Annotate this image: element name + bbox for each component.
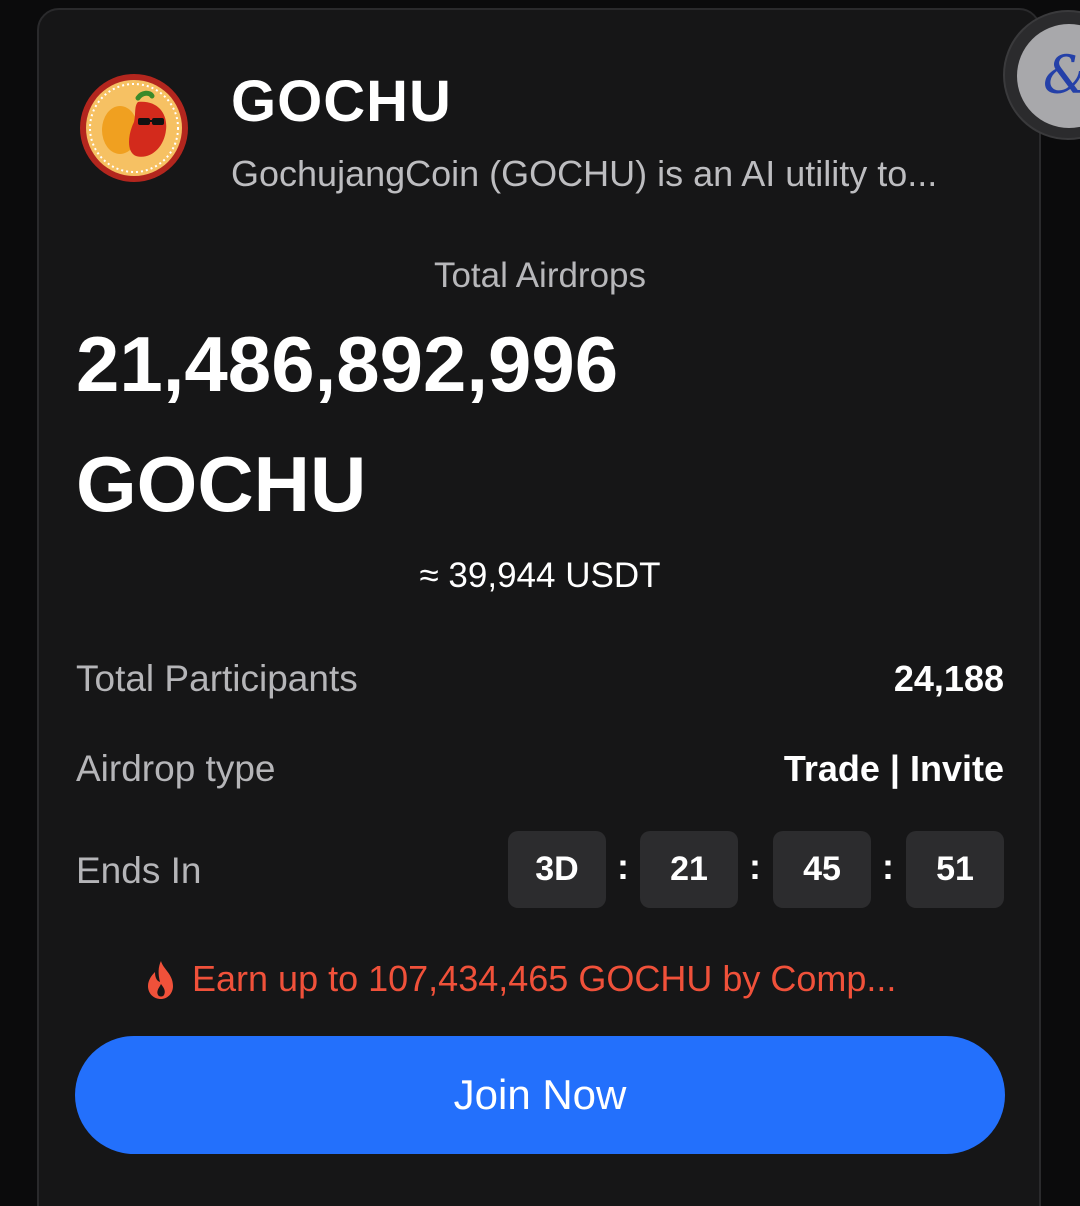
countdown-minutes: 45	[773, 831, 871, 908]
countdown-separator: :	[882, 846, 894, 887]
total-airdrops-unit: GOCHU	[76, 440, 367, 528]
token-description: GochujangCoin (GOCHU) is an AI utility t…	[231, 153, 938, 194]
join-now-button[interactable]: Join Now	[75, 1036, 1005, 1154]
page: & GOCHU GochujangCoin (GOCHU) is an AI u…	[0, 0, 1080, 1206]
flame-icon	[148, 961, 173, 999]
token-name: GOCHU	[231, 69, 452, 134]
ends-in-label: Ends In	[76, 850, 202, 891]
total-airdrops-amount: 21,486,892,996	[76, 320, 619, 408]
countdown-hours: 21	[640, 831, 738, 908]
total-airdrops-label: Total Airdrops	[433, 256, 647, 295]
countdown-seconds: 51	[906, 831, 1004, 908]
countdown-days: 3D	[508, 831, 606, 908]
countdown-separator: :	[749, 846, 761, 887]
token-logo	[80, 74, 188, 182]
earn-promo-text: Earn up to 107,434,465 GOCHU by Comp...	[192, 958, 897, 999]
link-icon: &	[1017, 24, 1080, 128]
usdt-equivalent: ≈ 39,944 USDT	[419, 556, 661, 595]
countdown-separator: :	[617, 846, 629, 887]
participants-value: 24,188	[893, 658, 1004, 699]
airdrop-type-value: Trade | Invite	[783, 748, 1004, 789]
airdrop-type-label: Airdrop type	[76, 748, 276, 789]
participants-label: Total Participants	[76, 658, 358, 699]
